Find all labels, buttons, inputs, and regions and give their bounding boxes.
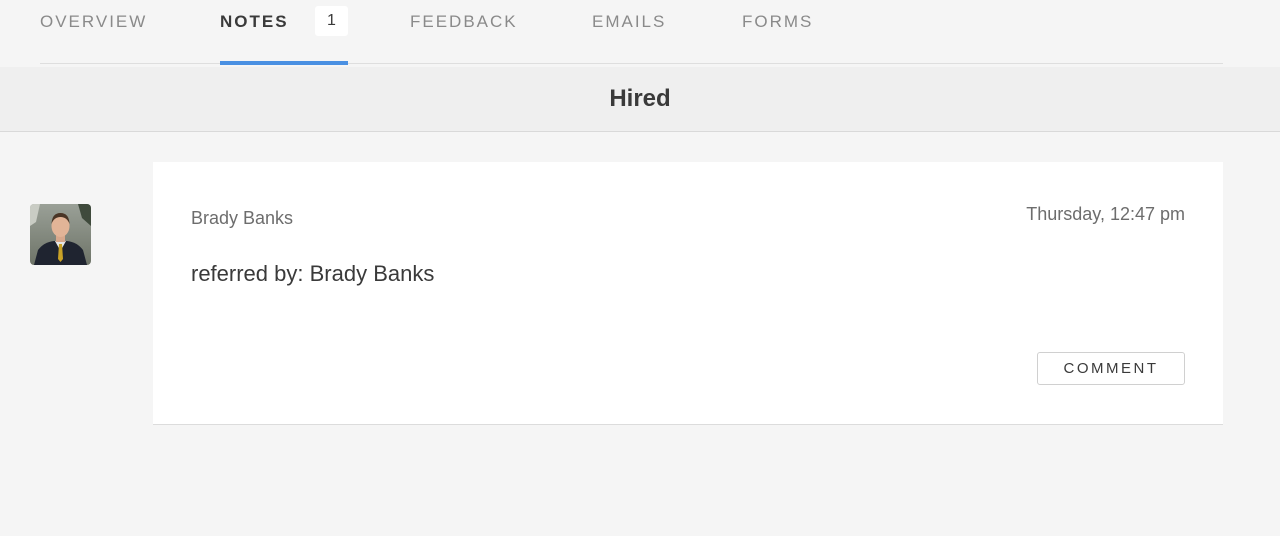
tab-emails-label: EMAILS: [592, 12, 667, 31]
tab-overview-label: OVERVIEW: [40, 12, 148, 31]
tab-forms-label: FORMS: [742, 12, 814, 31]
note-author[interactable]: Brady Banks: [191, 207, 293, 229]
note-timestamp: Thursday, 12:47 pm: [1026, 204, 1185, 224]
avatar-photo-icon: [30, 204, 91, 265]
note-body: referred by: Brady Banks: [191, 261, 435, 286]
stage-title: Hired: [609, 85, 671, 112]
tab-notes-label: NOTES: [220, 12, 289, 31]
tab-feedback-label: FEEDBACK: [410, 12, 518, 31]
tab-bar: OVERVIEW NOTES 1 FEEDBACK EMAILS FORMS: [40, 0, 1223, 65]
note-card: Brady Banks Thursday, 12:47 pm referred …: [153, 162, 1223, 425]
stage-header: Hired: [0, 67, 1280, 132]
notes-count-badge: 1: [315, 6, 348, 36]
user-avatar[interactable]: [30, 204, 91, 265]
comment-button[interactable]: COMMENT: [1037, 352, 1185, 385]
active-tab-indicator: [220, 61, 348, 65]
